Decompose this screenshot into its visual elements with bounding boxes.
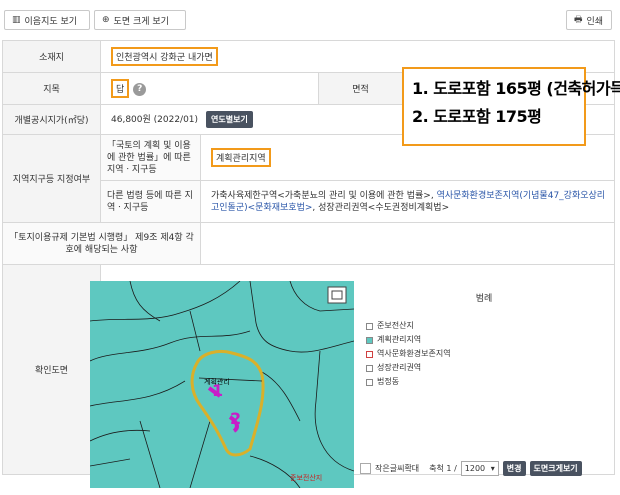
zoom-map-label: 도면 크게 보기 [113, 16, 169, 27]
help-icon[interactable]: ? [133, 83, 147, 96]
national-law-value: 계획관리지역 [211, 148, 271, 167]
map-label: 확인도면 [2, 264, 101, 475]
map-bottom-label: 준보전산지 [290, 474, 323, 482]
legend-item: 성장관리권역 [366, 361, 451, 375]
toolbar: ▥ 이음지도 보기 ⊕ 도면 크게 보기 🖶 인쇄 [0, 0, 620, 38]
map-icon: ▥ [12, 15, 21, 25]
yearly-price-button[interactable]: 연도별보기 [206, 111, 253, 128]
price-value: 46,800원 (2022/01) [111, 115, 199, 125]
map-view-button[interactable]: ▥ 이음지도 보기 [4, 10, 90, 30]
national-law-label: 「국토의 계획 및 이용에 관한 법률」에 따른 지역ㆍ지구등 [100, 134, 201, 181]
location-value: 인천광역시 강화군 내가면 [111, 47, 218, 66]
area-label: 면적 [318, 72, 403, 105]
parcel-marker-2: 2 [230, 409, 242, 428]
map-legend: 범례 준보전산지 계획관리지역 역사문화환경보존지역 성장관리권역 법정동 [354, 281, 614, 453]
zone-label: 지역지구등 지정여부 [2, 134, 101, 223]
scale-label: 축척 1 / [429, 463, 457, 473]
legend-item: 준보전산지 [366, 319, 451, 333]
category-cell: 답? [100, 72, 319, 105]
print-label: 인쇄 [586, 16, 604, 27]
annotation-line-2: 2. 도로포함 175평 [412, 107, 542, 126]
chevron-down-icon: ▾ [490, 463, 495, 473]
other-law-text-2: , 성장관리권역<수도권정비계획법> [312, 202, 450, 213]
zoom-icon: ⊕ [102, 15, 110, 25]
legend-item: 역사문화환경보존지역 [366, 347, 451, 361]
handwritten-annotation-box: 1. 도로포함 165평 (건축허가득) 2. 도로포함 175평 [402, 67, 620, 146]
location-label: 소재지 [2, 40, 101, 73]
category-value: 답 [111, 79, 130, 98]
other-law-label: 다른 법령 등에 따른 지역ㆍ지구등 [100, 180, 201, 223]
other-law-text-1: 가축사육제한구역<가축분뇨의 관리 및 이용에 관한 법률>, [211, 190, 437, 201]
printer-icon: 🖶 [574, 15, 583, 25]
scale-controls: 작은글씨확대 축척 1 / 1200 ▾ 변경 도면크게보기 [360, 460, 614, 476]
price-label: 개별공시지가(㎡당) [2, 104, 101, 135]
parcel-marker-1: 1 [212, 381, 224, 400]
map-zoom-icon [327, 286, 347, 304]
enforcement-label: 「토지이용규제 기본법 시행령」 제9조 제4항 각 호에 해당되는 사항 [2, 222, 201, 265]
map-view-label: 이음지도 보기 [24, 16, 78, 27]
enlarge-map-button[interactable]: 도면크게보기 [529, 460, 582, 476]
other-law-cell: 가축사육제한구역<가축분뇨의 관리 및 이용에 관한 법률>, 역사문화환경보존… [200, 180, 615, 223]
zoom-map-button[interactable]: ⊕ 도면 크게 보기 [94, 10, 186, 30]
small-text-label: 작은글씨확대 [375, 463, 420, 473]
legend-item: 법정동 [366, 375, 451, 389]
legend-title: 범례 [475, 294, 493, 304]
legend-item: 계획관리지역 [366, 333, 451, 347]
scale-select[interactable]: 1200 ▾ [460, 460, 499, 476]
enforcement-value [200, 222, 615, 265]
cadastral-map[interactable]: 계획관리 1 2 준보전산지 [90, 281, 354, 488]
print-button[interactable]: 🖶 인쇄 [566, 10, 612, 30]
small-text-checkbox[interactable] [360, 462, 371, 474]
annotation-line-1: 1. 도로포함 165평 (건축허가득) [412, 79, 620, 98]
scale-change-button[interactable]: 변경 [502, 460, 526, 476]
category-label: 지목 [2, 72, 101, 105]
